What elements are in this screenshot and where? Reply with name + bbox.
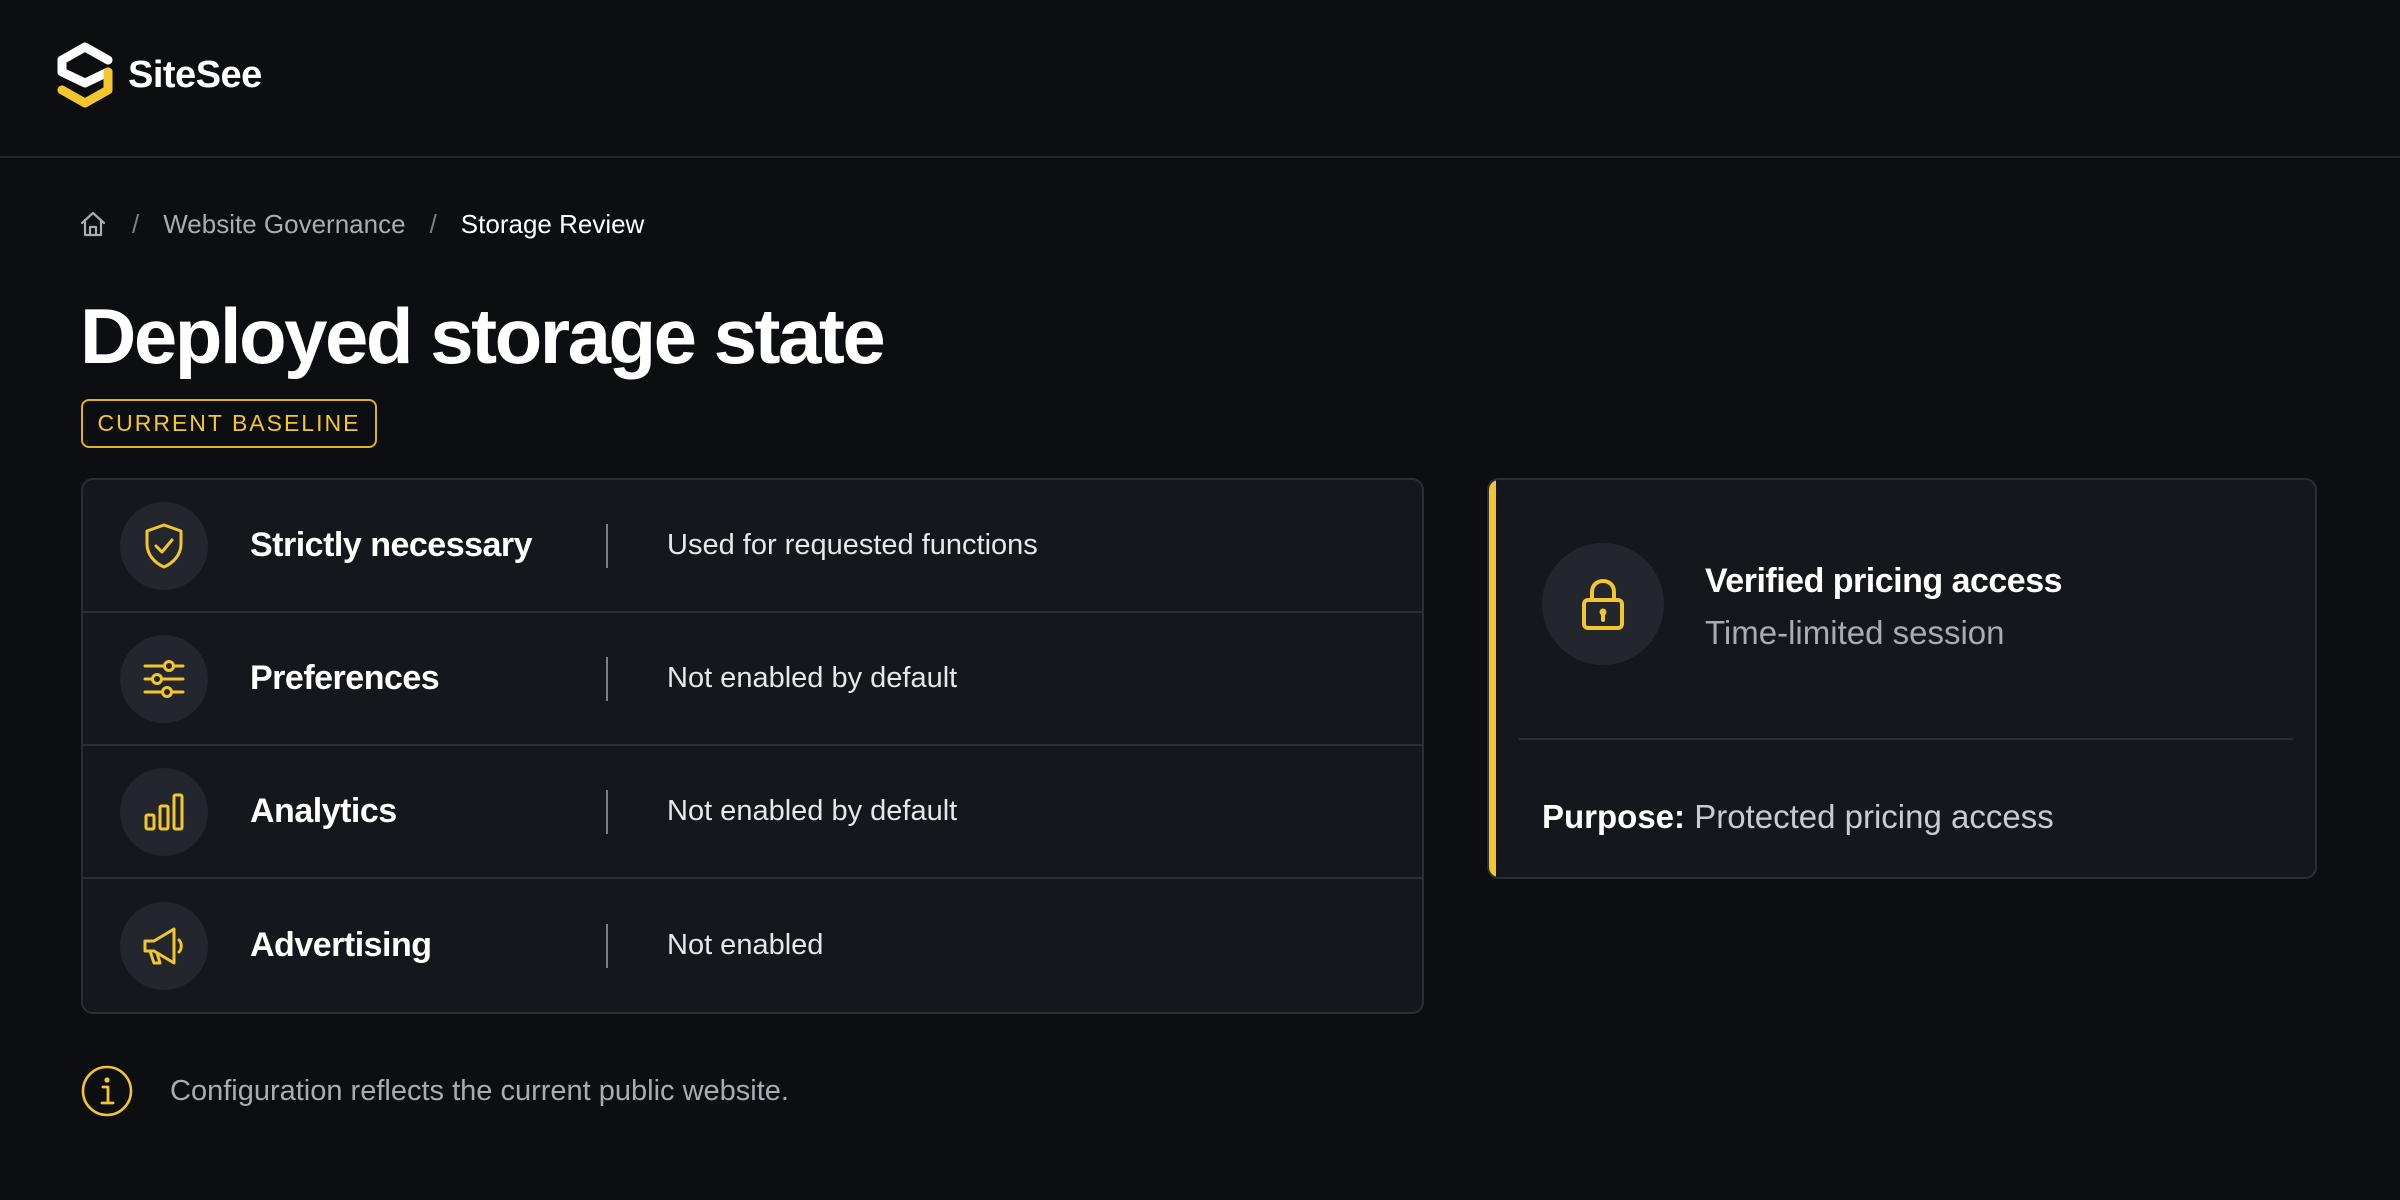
breadcrumb-storage-review: Storage Review	[460, 208, 645, 239]
row-divider	[606, 523, 608, 568]
lock-icon-badge	[1542, 543, 1664, 665]
category-status: Not enabled by default	[667, 795, 958, 827]
category-row-analytics: Analytics Not enabled by default	[83, 746, 1422, 879]
megaphone-icon	[143, 927, 183, 964]
session-card: Verified pricing access Time-limited ses…	[1487, 478, 2317, 879]
category-label: Analytics	[250, 792, 397, 830]
category-status: Not enabled	[667, 929, 824, 961]
sitesee-logo[interactable]: SiteSee	[56, 40, 262, 110]
accent-bar	[1489, 480, 1496, 877]
category-icon-badge	[120, 634, 208, 723]
home-icon[interactable]	[78, 209, 108, 239]
category-row-strictly-necessary: Strictly necessary Used for requested fu…	[83, 480, 1422, 613]
category-row-preferences: Preferences Not enabled by default	[83, 613, 1422, 746]
category-status: Used for requested functions	[667, 529, 1038, 561]
category-icon-badge	[120, 501, 208, 590]
status-badge: CURRENT BASELINE	[81, 399, 377, 448]
session-subtitle: Time-limited session	[1705, 614, 2005, 651]
purpose-label: Purpose:	[1542, 798, 1686, 835]
category-label: Advertising	[250, 926, 432, 964]
row-divider	[606, 789, 608, 834]
session-divider	[1519, 738, 2293, 740]
category-icon-badge	[120, 901, 208, 990]
category-row-advertising: Advertising Not enabled	[83, 879, 1422, 1012]
breadcrumb-website-governance[interactable]: Website Governance	[163, 209, 405, 240]
breadcrumb-separator: /	[132, 208, 140, 239]
shield-check-icon	[145, 523, 183, 568]
footnote-text: Configuration reflects the current publi…	[170, 1074, 789, 1107]
page-title: Deployed storage state	[80, 292, 886, 380]
app-name: SiteSee	[128, 53, 262, 96]
category-status: Not enabled by default	[667, 662, 958, 694]
sliders-icon	[143, 659, 185, 698]
breadcrumb-separator: /	[429, 208, 437, 239]
row-divider	[606, 656, 608, 701]
purpose-value: Protected pricing access	[1694, 798, 2054, 835]
category-label: Strictly necessary	[250, 526, 533, 564]
breadcrumb: / Website Governance / Storage Review	[78, 204, 644, 244]
logo-mark-icon	[57, 42, 113, 108]
session-purpose: Purpose: Protected pricing access	[1542, 798, 2054, 836]
info-icon	[81, 1065, 133, 1117]
lock-icon	[1582, 579, 1624, 630]
category-label: Preferences	[250, 659, 440, 697]
category-icon-badge	[120, 767, 208, 856]
footnote: Configuration reflects the current publi…	[80, 1064, 789, 1118]
storage-category-list: Strictly necessary Used for requested fu…	[81, 478, 1424, 1014]
top-bar: SiteSee	[0, 0, 2400, 158]
bar-chart-icon	[144, 793, 184, 830]
session-title: Verified pricing access	[1705, 562, 2063, 600]
row-divider	[606, 923, 608, 968]
